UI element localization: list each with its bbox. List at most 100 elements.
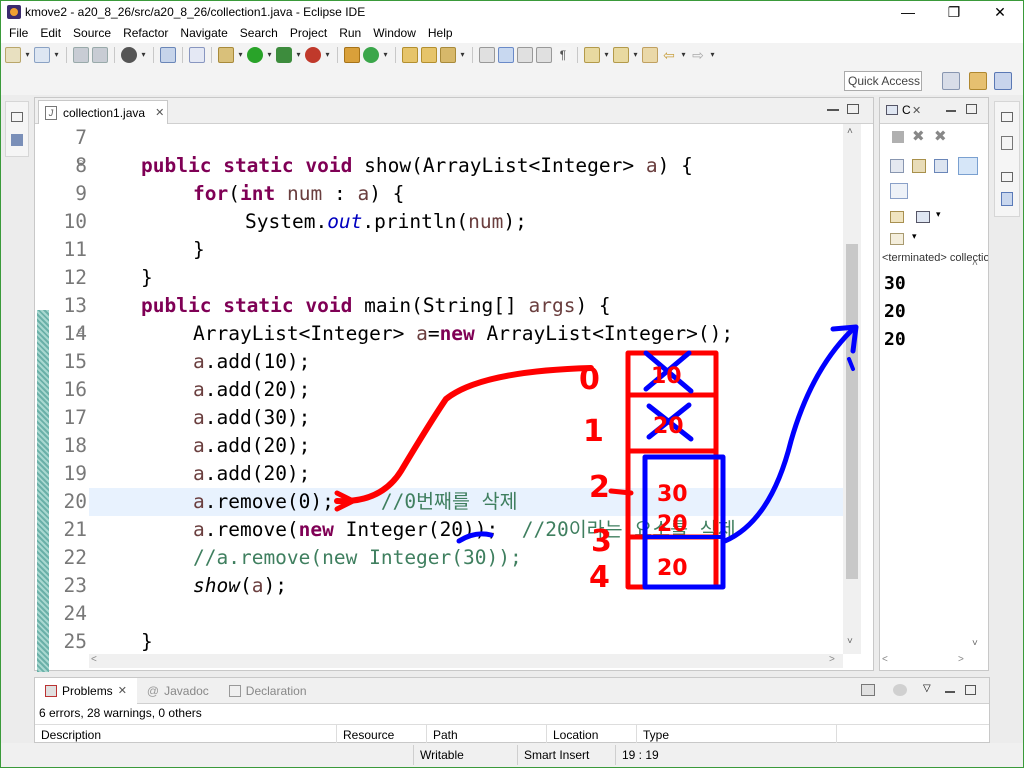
outline-icon[interactable]	[1001, 192, 1013, 206]
scrollbar-thumb[interactable]	[846, 244, 858, 579]
chevron-down-icon[interactable]: ▾	[295, 47, 302, 63]
open-console-icon[interactable]	[890, 233, 904, 245]
block-selection-icon[interactable]	[517, 47, 533, 63]
new-icon[interactable]	[5, 47, 21, 63]
scroll-left-icon[interactable]: <	[882, 654, 888, 665]
minimize-icon[interactable]	[945, 691, 955, 693]
annotation-icon[interactable]	[479, 47, 495, 63]
console-tab-label[interactable]: C	[902, 103, 911, 117]
chevron-down-icon[interactable]: ▾	[24, 47, 31, 63]
show-console-on-output-icon[interactable]	[958, 157, 978, 175]
remove-all-icon[interactable]: ✖	[934, 127, 947, 145]
menu-navigate[interactable]: Navigate	[174, 23, 233, 43]
minimize-icon[interactable]	[946, 110, 956, 112]
new-java-project-icon[interactable]	[344, 47, 360, 63]
scroll-left-icon[interactable]: <	[91, 654, 97, 665]
chevron-down-icon[interactable]: ▾	[266, 47, 273, 63]
skip-breakpoints-icon[interactable]	[189, 47, 205, 63]
scroll-down-icon[interactable]: ˅	[847, 636, 853, 647]
chevron-down-icon[interactable]: ▾	[140, 47, 147, 63]
chevron-down-icon[interactable]: ▾	[603, 47, 610, 63]
maximize-icon[interactable]	[965, 685, 976, 695]
close-icon[interactable]: ✕	[912, 104, 921, 117]
console-output[interactable]: 30 20 20	[884, 270, 906, 354]
chevron-down-icon[interactable]: ▾	[53, 47, 60, 63]
task-list-icon[interactable]	[1001, 136, 1013, 150]
run-icon[interactable]	[247, 47, 263, 63]
horizontal-scrollbar[interactable]: < >	[89, 654, 843, 668]
java-ee-perspective-icon[interactable]	[969, 72, 987, 90]
back-icon[interactable]: ⇦	[661, 47, 677, 63]
chevron-down-icon[interactable]: ▽	[923, 683, 931, 694]
word-wrap-icon[interactable]	[536, 47, 552, 63]
menu-file[interactable]: File	[3, 23, 34, 43]
maximize-icon[interactable]	[966, 104, 977, 114]
maximize-button[interactable]: ❐	[931, 1, 977, 23]
close-icon[interactable]: ✕	[155, 106, 164, 119]
code-area[interactable]: public static void show(ArrayList<Intege…	[89, 124, 843, 654]
terminal-icon[interactable]	[160, 47, 176, 63]
debug-perspective-icon[interactable]	[121, 47, 137, 63]
chevron-down-icon[interactable]: ▾	[709, 47, 716, 63]
scroll-up-icon[interactable]: ˄	[972, 258, 978, 269]
package-explorer-icon[interactable]	[11, 134, 23, 146]
status-insert-mode[interactable]: Smart Insert	[517, 745, 615, 765]
column-resource[interactable]: Resource	[337, 725, 427, 745]
scroll-down-icon[interactable]: ˅	[972, 638, 978, 649]
highlight-icon[interactable]	[498, 47, 514, 63]
save-all-icon[interactable]	[92, 47, 108, 63]
column-location[interactable]: Location	[547, 725, 637, 745]
next-annotation-icon[interactable]	[584, 47, 600, 63]
chevron-down-icon[interactable]: ▾	[912, 231, 917, 242]
fold-toggle-icon[interactable]: ⊖	[77, 158, 85, 169]
view-menu-icon[interactable]	[893, 684, 907, 696]
tab-javadoc[interactable]: @ Javadoc	[137, 678, 219, 704]
tab-declaration[interactable]: Declaration	[219, 678, 317, 704]
close-button[interactable]: ✕	[977, 1, 1023, 23]
restore-icon[interactable]	[11, 112, 23, 122]
save-icon[interactable]	[73, 47, 89, 63]
chevron-down-icon[interactable]: ▾	[632, 47, 639, 63]
menu-search[interactable]: Search	[234, 23, 284, 43]
menu-source[interactable]: Source	[67, 23, 117, 43]
scroll-right-icon[interactable]: >	[958, 654, 964, 665]
pin-console-icon[interactable]	[890, 211, 904, 223]
scroll-lock-icon[interactable]	[912, 159, 926, 173]
menu-refactor[interactable]: Refactor	[117, 23, 174, 43]
open-perspective-icon[interactable]	[942, 72, 960, 90]
show-whitespace-icon[interactable]: ¶	[555, 47, 571, 63]
scroll-up-icon[interactable]: ˄	[847, 126, 853, 137]
menu-project[interactable]: Project	[284, 23, 333, 43]
column-description[interactable]: Description	[35, 725, 337, 745]
minimize-button[interactable]: —	[885, 1, 931, 23]
quick-access-input[interactable]: Quick Access	[844, 71, 922, 91]
minimize-icon[interactable]	[827, 108, 839, 111]
clear-console-icon[interactable]	[890, 159, 904, 173]
new-package-icon[interactable]	[34, 47, 50, 63]
previous-annotation-icon[interactable]	[613, 47, 629, 63]
remove-launch-icon[interactable]: ✖	[912, 127, 925, 145]
menu-help[interactable]: Help	[422, 23, 459, 43]
filter-icon[interactable]	[861, 684, 875, 696]
fold-toggle-icon[interactable]: ⊖	[77, 326, 85, 337]
display-console-icon[interactable]	[916, 211, 930, 223]
java-perspective-icon[interactable]	[994, 72, 1012, 90]
menu-edit[interactable]: Edit	[34, 23, 67, 43]
new-class-icon[interactable]	[363, 47, 379, 63]
chevron-down-icon[interactable]: ▾	[324, 47, 331, 63]
terminate-icon[interactable]	[892, 131, 904, 143]
forward-icon[interactable]: ⇨	[690, 47, 706, 63]
menu-run[interactable]: Run	[333, 23, 367, 43]
coverage-icon[interactable]	[276, 47, 292, 63]
column-path[interactable]: Path	[427, 725, 547, 745]
external-tools-icon[interactable]	[305, 47, 321, 63]
chevron-down-icon[interactable]: ▾	[382, 47, 389, 63]
chevron-down-icon[interactable]: ▾	[680, 47, 687, 63]
show-error-icon[interactable]	[890, 183, 908, 199]
scroll-right-icon[interactable]: >	[829, 654, 835, 665]
open-type-icon[interactable]	[402, 47, 418, 63]
chevron-down-icon[interactable]: ▾	[459, 47, 466, 63]
maximize-icon[interactable]	[847, 104, 859, 114]
column-type[interactable]: Type	[637, 725, 837, 745]
search-icon[interactable]	[440, 47, 456, 63]
